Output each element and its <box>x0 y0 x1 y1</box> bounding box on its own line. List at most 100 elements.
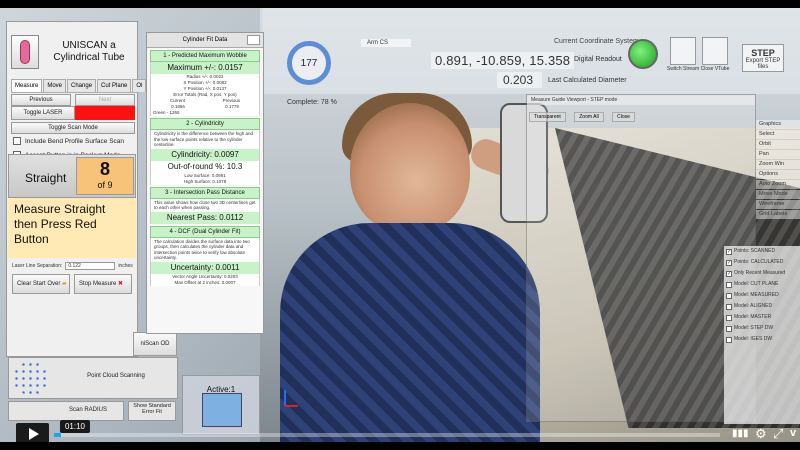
switch-stream-icon[interactable] <box>670 37 696 65</box>
folder-icon: ▰ <box>62 281 67 287</box>
measure-status: Straight 8 of 9 <box>8 154 136 198</box>
layer-item[interactable]: Model: IGES DW <box>724 334 800 345</box>
max-offset-value: Max Offset at 2 inches: 0.0007 <box>174 279 236 285</box>
right-menu-item[interactable]: Move Mode <box>756 190 800 199</box>
play-icon <box>28 428 39 440</box>
layer-checkbox[interactable] <box>726 292 732 299</box>
video-time: 01:10 <box>60 420 90 433</box>
operator-body <box>280 223 540 442</box>
layer-checkbox[interactable]: ✓ <box>726 270 732 277</box>
right-menu-item[interactable]: Wireframe <box>756 200 800 209</box>
arm-cs-field[interactable]: Arm CS <box>361 39 411 47</box>
wobble-section: Maximum +/-: 0.0157 Radius +/-: 0.0022 X… <box>150 62 260 116</box>
fullscreen-icon[interactable]: ⤢ <box>773 427 783 440</box>
layer-label: Model: IGES DW <box>734 336 773 342</box>
include-bend-checkbox[interactable] <box>13 137 21 145</box>
right-menu-item[interactable]: Options <box>756 170 800 179</box>
step-counter-value: 8 <box>99 159 110 179</box>
viewport-close-tab[interactable]: Close <box>612 112 635 122</box>
cylinder-fit-header: Cylinder Fit Data <box>147 33 263 48</box>
layer-item[interactable]: ✓ Only Recent Measured <box>724 268 800 279</box>
layer-label: Model: ALIGNED <box>734 303 773 309</box>
point-cloud-label: Point Cloud Scanning <box>87 373 145 379</box>
point-cloud-tile[interactable]: Point Cloud Scanning <box>8 357 178 399</box>
play-button[interactable] <box>16 423 49 442</box>
tab-change[interactable]: Change <box>67 79 97 92</box>
panel-tabs: MeasureMoveChangeCut PlaneOl◂▸ <box>11 79 160 93</box>
layer-item[interactable]: Model: CUT PLANE <box>724 279 800 290</box>
close-vtube-icon[interactable] <box>702 37 728 65</box>
intersection-section-title: 3 - Intersection Pass Distance <box>150 186 260 199</box>
settings-gear-icon[interactable]: ⚙ <box>755 427 767 440</box>
right-menu-item[interactable]: Orbit <box>756 140 800 149</box>
dcf-section: The calculation divides the surface data… <box>150 237 260 286</box>
point-cloud-icon <box>13 361 49 395</box>
status-light-icon[interactable] <box>628 39 658 69</box>
include-bend-row[interactable]: Include Bend Profile Surface Scan <box>13 137 124 145</box>
layer-item[interactable]: ✓ Points: CALCULATED <box>724 257 800 268</box>
layer-item[interactable]: Model: ALIGNED <box>724 301 800 312</box>
viewport-zoom-all-tab[interactable]: Zoom All <box>574 112 604 122</box>
cylinder-fit-close-button[interactable] <box>247 35 260 45</box>
out-of-round-value: Out-of-round %: 10.3 <box>151 160 259 173</box>
diameter-readout: 0.203 <box>497 72 542 88</box>
layer-item[interactable]: Model: MEASURED <box>724 290 800 301</box>
right-menu-item[interactable]: Select <box>756 130 800 139</box>
close-vtube-label: Close VTube <box>700 66 730 72</box>
layer-item[interactable]: ✓ Points: SCANNED <box>724 246 800 257</box>
complete-percent: Complete: 78 % <box>287 99 337 106</box>
uniscan-od-button[interactable]: niScan OD <box>133 332 177 356</box>
right-menu-item[interactable]: Pan <box>756 150 800 159</box>
layer-item[interactable]: Model: STEP DW <box>724 323 800 334</box>
tab-measure[interactable]: Measure <box>11 79 43 92</box>
volume-bars-icon[interactable]: ▮▮▮ <box>732 427 749 440</box>
operator-head <box>350 103 470 233</box>
layer-checkbox[interactable] <box>726 281 732 288</box>
dcf-section-title: 4 - DCF (Dual Cylinder Fit) <box>150 225 260 238</box>
clear-start-over-button[interactable]: Clear Start Over ▰ <box>12 274 70 294</box>
step-counter-total: of 9 <box>97 180 113 190</box>
clear-start-over-label: Clear Start Over <box>17 281 61 287</box>
previous-error-value: 0.1779 <box>225 104 239 109</box>
right-menu-item[interactable]: Zoom Win <box>756 160 800 169</box>
right-menu-item[interactable]: Auto Zoom <box>756 180 800 189</box>
digital-readout-label: Digital Readout <box>574 56 622 63</box>
laser-state-indicator <box>75 106 135 120</box>
next-button[interactable]: Next <box>75 94 135 106</box>
dcf-description: The calculation divides the surface data… <box>154 238 250 261</box>
layer-checkbox[interactable] <box>726 303 732 310</box>
vimeo-logo-icon[interactable]: v <box>790 427 796 440</box>
panel-title: UNISCAN a Cylindrical Tube <box>53 40 125 63</box>
include-bend-label: Include Bend Profile Surface Scan <box>25 137 125 145</box>
scan-count-value: 177 <box>300 57 318 69</box>
toggle-laser-button[interactable]: Toggle LASER <box>11 106 75 120</box>
right-menu-item[interactable]: Grid Labels <box>756 210 800 219</box>
tab-ol[interactable]: Ol <box>132 79 147 92</box>
cylinder-fit-title: Cylinder Fit Data <box>182 37 228 43</box>
toggle-scan-mode-button[interactable]: Toggle Scan Mode <box>11 122 135 134</box>
layer-checkbox[interactable] <box>726 325 732 332</box>
layer-item[interactable]: Model: MASTER <box>724 312 800 323</box>
intersection-description: This value shows how close two 3D center… <box>154 199 256 211</box>
video-timebar[interactable] <box>54 433 720 437</box>
step-logo: STEP <box>751 48 775 58</box>
stop-measure-button[interactable]: Stop Measure ✖ <box>74 274 132 294</box>
right-menu-item[interactable]: Graphics <box>756 120 800 129</box>
video-frame[interactable]: Measure Guide Viewport - STEP mode Trans… <box>0 8 800 442</box>
layer-checkbox[interactable]: ✓ <box>726 259 732 266</box>
uncertainty-value: Uncertainty: 0.0011 <box>151 261 259 274</box>
export-step-button[interactable]: STEP Export STEP files <box>742 44 784 72</box>
viewport-transparent-tab[interactable]: Transparent <box>529 112 566 122</box>
tab-move[interactable]: Move <box>43 79 67 92</box>
laser-sep-input[interactable]: 0.122 <box>65 262 116 270</box>
wobble-section-title: 1 - Predicted Maximum Wobble <box>150 50 260 62</box>
previous-button[interactable]: Previous <box>11 94 71 106</box>
layer-list: ✓ Points: SCANNED ✓ Points: CALCULATED ✓ Only… <box>724 246 800 424</box>
diameter-label: Last Calculated Diameter <box>548 77 627 84</box>
tab-cut-plane[interactable]: Cut Plane <box>97 79 132 92</box>
layer-checkbox[interactable] <box>726 336 732 343</box>
layer-checkbox[interactable]: ✓ <box>726 248 732 255</box>
layer-checkbox[interactable] <box>726 314 732 321</box>
status-label: Straight <box>25 171 67 185</box>
layer-label: Model: MEASURED <box>734 292 779 298</box>
